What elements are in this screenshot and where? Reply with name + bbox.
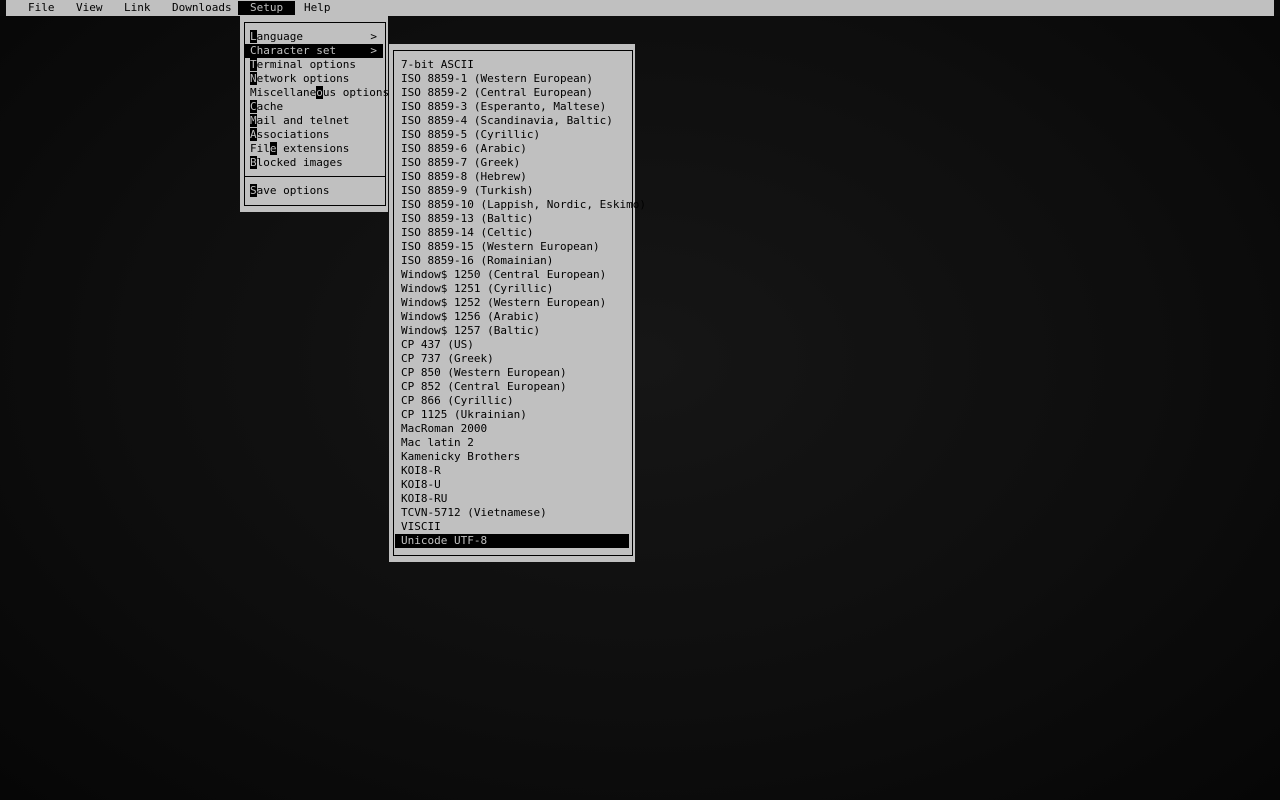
submenu-arrow-icon: > [370, 44, 377, 57]
setup-menu-item-text: extensions [276, 142, 350, 155]
charset-menu-item[interactable]: Window$ 1251 (Cyrillic) [395, 282, 629, 296]
setup-menu: Language > Character set > Terminal options N… [240, 16, 389, 212]
setup-menu-item-text: ache [256, 100, 284, 113]
menu-help[interactable]: Help [292, 1, 343, 15]
charset-menu-item[interactable]: CP 852 (Central European) [395, 380, 629, 394]
charset-menu-item[interactable]: VISCII [395, 520, 629, 534]
charset-menu-item[interactable]: ISO 8859-10 (Lappish, Nordic, Eskimo) [395, 198, 646, 212]
setup-menu-item[interactable]: Blocked images [245, 156, 383, 170]
setup-menu-item-hotkey: M [250, 114, 257, 127]
charset-menu-item[interactable]: Window$ 1256 (Arabic) [395, 310, 629, 324]
setup-menu-item[interactable]: Mail and telnet [245, 114, 383, 128]
setup-menu-item[interactable]: Cache [245, 100, 383, 114]
setup-menu-item[interactable]: Miscellaneous options [245, 86, 389, 100]
setup-menu-item-hotkey: N [250, 72, 257, 85]
setup-menu-item-hotkey: A [250, 128, 257, 141]
setup-menu-item[interactable]: Network options [245, 72, 383, 86]
bar-edge-right [1274, 0, 1280, 16]
charset-menu-item[interactable]: ISO 8859-8 (Hebrew) [395, 170, 629, 184]
save-options-label: ave options [256, 184, 330, 197]
setup-menu-item-hotkey: o [316, 86, 323, 99]
setup-menu-item[interactable]: Character set > [245, 44, 383, 58]
charset-menu-item[interactable]: ISO 8859-16 (Romainian) [395, 254, 629, 268]
menu-setup[interactable]: Setup [238, 1, 296, 15]
charset-menu-item[interactable]: CP 866 (Cyrillic) [395, 394, 629, 408]
setup-menu-item-text: locked images [256, 156, 343, 169]
charset-menu-item[interactable]: Kamenicky Brothers [395, 450, 629, 464]
setup-menu-item[interactable]: Associations [245, 128, 383, 142]
setup-menu-item[interactable]: Language > [245, 30, 383, 44]
charset-menu-item[interactable]: CP 1125 (Ukrainian) [395, 408, 629, 422]
charset-menu-item[interactable]: KOI8-R [395, 464, 629, 478]
charset-menu-item[interactable]: ISO 8859-7 (Greek) [395, 156, 629, 170]
charset-menu-item[interactable]: TCVN-5712 (Vietnamese) [395, 506, 629, 520]
terminal-screen: File View Link Downloads Setup Help Lang… [0, 0, 1280, 800]
charset-menu-item[interactable]: ISO 8859-3 (Esperanto, Maltese) [395, 100, 629, 114]
charset-menu-item[interactable]: ISO 8859-5 (Cyrillic) [395, 128, 629, 142]
charset-menu-item[interactable]: ISO 8859-13 (Baltic) [395, 212, 629, 226]
charset-menu-item[interactable]: ISO 8859-14 (Celtic) [395, 226, 629, 240]
charset-menu-item[interactable]: 7-bit ASCII [395, 58, 629, 72]
setup-menu-item-hotkey: C [250, 44, 257, 57]
setup-menu-item-hotkey: e [269, 142, 277, 155]
setup-menu-item-hotkey: C [250, 100, 257, 113]
charset-menu-item[interactable]: Window$ 1252 (Western European) [395, 296, 629, 310]
save-options-hotkey: S [250, 184, 257, 197]
charset-menu-item[interactable]: ISO 8859-9 (Turkish) [395, 184, 629, 198]
charset-menu-item[interactable]: MacRoman 2000 [395, 422, 629, 436]
charset-menu-item[interactable]: CP 850 (Western European) [395, 366, 629, 380]
setup-menu-item-hotkey: B [250, 156, 257, 169]
charset-menu-item[interactable]: CP 437 (US) [395, 338, 629, 352]
setup-menu-item-hotkey: T [250, 58, 257, 71]
menu-link[interactable]: Link [112, 1, 163, 15]
setup-menu-item-text: us options [322, 86, 390, 99]
save-options-item[interactable]: Save options [250, 184, 329, 198]
charset-menu-item[interactable]: CP 737 (Greek) [395, 352, 629, 366]
setup-menu-item[interactable]: File extensions [245, 142, 383, 156]
charset-menu-item[interactable]: KOI8-U [395, 478, 629, 492]
submenu-arrow-icon: > [370, 30, 377, 43]
setup-menu-item-hotkey: L [250, 30, 257, 43]
charset-menu-item[interactable]: KOI8-RU [395, 492, 629, 506]
charset-menu-item[interactable]: Window$ 1257 (Baltic) [395, 324, 629, 338]
setup-menu-item-text: Miscellane [250, 86, 317, 99]
menu-downloads[interactable]: Downloads [160, 1, 244, 15]
charset-menu-item[interactable]: ISO 8859-2 (Central European) [395, 86, 629, 100]
charset-menu-item[interactable]: ISO 8859-4 (Scandinavia, Baltic) [395, 114, 629, 128]
menu-file[interactable]: File [16, 1, 67, 15]
menu-view[interactable]: View [64, 1, 115, 15]
setup-menu-item-text: etwork options [256, 72, 350, 85]
setup-menu-item-text: erminal options [256, 58, 356, 71]
charset-menu-item[interactable]: ISO 8859-6 (Arabic) [395, 142, 629, 156]
setup-menu-item-text: Fil [250, 142, 270, 155]
bar-edge-left [0, 0, 6, 16]
charset-menu-item[interactable]: Mac latin 2 [395, 436, 629, 450]
charset-menu-item[interactable]: Window$ 1250 (Central European) [395, 268, 629, 282]
menu-bar: File View Link Downloads Setup Help [0, 0, 1280, 16]
setup-menu-item[interactable]: Terminal options [245, 58, 383, 72]
charset-menu: 7-bit ASCII ISO 8859-1 (Western European)… [389, 44, 646, 562]
setup-menu-item-text: anguage [256, 30, 303, 43]
charset-menu-item[interactable]: ISO 8859-1 (Western European) [395, 72, 629, 86]
setup-menu-item-text: haracter set [256, 44, 337, 57]
setup-menu-item-text: ail and telnet [256, 114, 350, 127]
charset-menu-item[interactable]: ISO 8859-15 (Western European) [395, 240, 629, 254]
setup-menu-separator [245, 176, 385, 177]
charset-menu-item[interactable]: Unicode UTF-8 [395, 534, 629, 548]
setup-menu-item-text: ssociations [256, 128, 330, 141]
